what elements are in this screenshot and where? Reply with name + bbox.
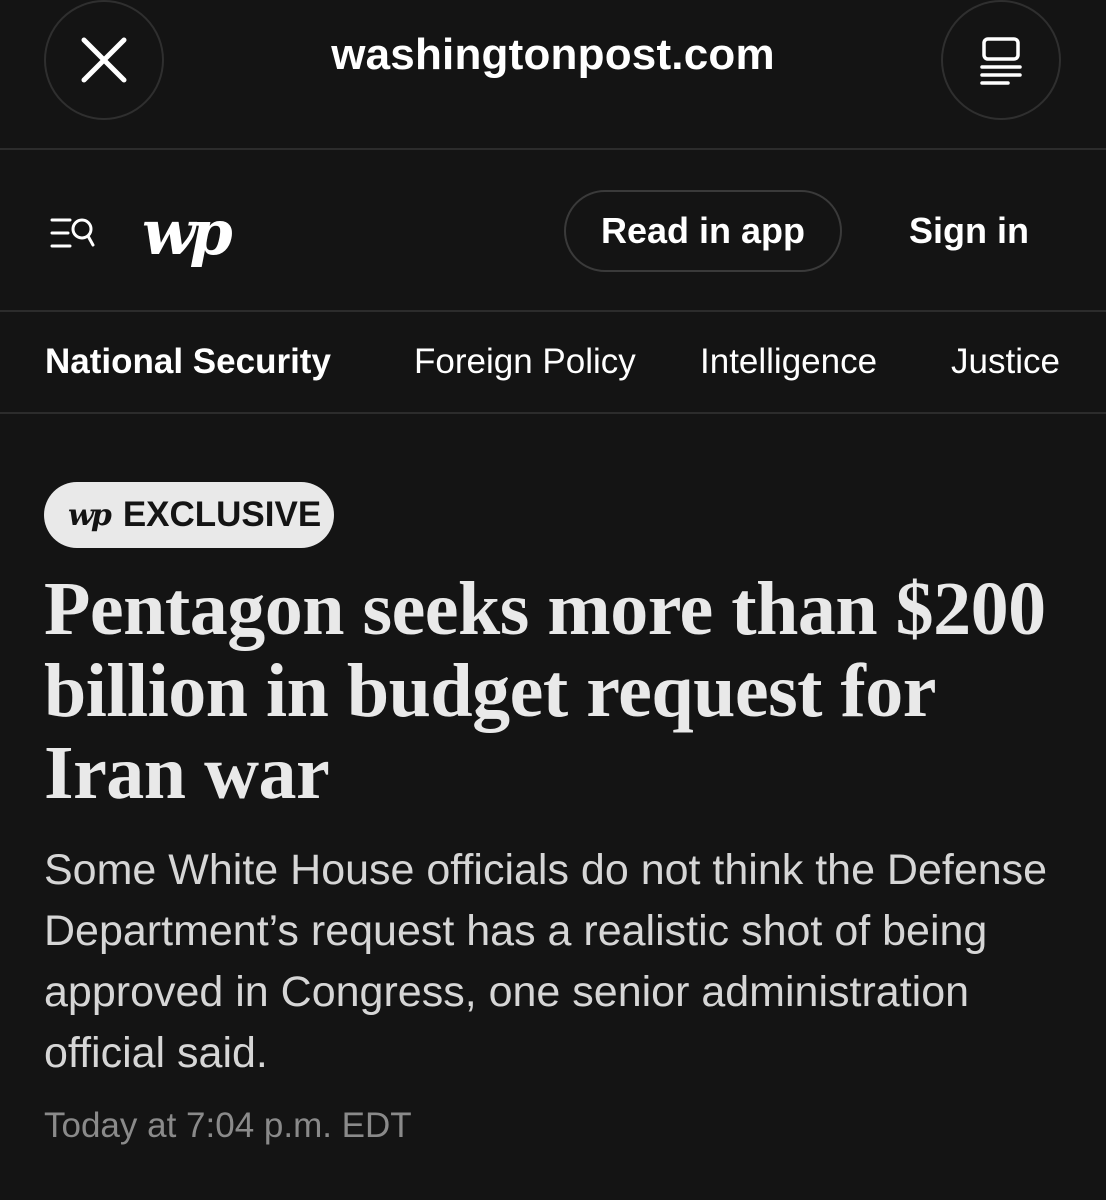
sign-in-button[interactable]: Sign in	[880, 190, 1058, 272]
badge-wp-logo: wp	[68, 497, 112, 533]
nav-item-national-security[interactable]: National Security	[45, 342, 331, 382]
site-header: wp Read in app Sign in	[0, 152, 1106, 312]
browser-toolbar: washingtonpost.com	[0, 0, 1106, 150]
reader-mode-icon	[980, 37, 1022, 85]
nav-item-intelligence[interactable]: Intelligence	[700, 342, 877, 382]
badge-label: EXCLUSIVE	[122, 495, 322, 534]
wp-logo[interactable]: wp	[142, 196, 233, 269]
article-dek: Some White House officials do not think …	[44, 846, 1048, 1077]
exclusive-badge: wp EXCLUSIVE	[44, 482, 334, 548]
reader-mode-button[interactable]	[941, 0, 1061, 120]
nav-item-foreign-policy[interactable]: Foreign Policy	[414, 342, 636, 382]
url-text[interactable]: washingtonpost.com	[250, 30, 856, 80]
read-in-app-button[interactable]: Read in app	[564, 190, 842, 272]
menu-search-icon[interactable]	[50, 216, 96, 250]
article-timestamp: Today at 7:04 p.m. EDT	[44, 1106, 412, 1145]
nav-item-justice[interactable]: Justice	[951, 342, 1060, 382]
article-headline[interactable]: Pentagon seeks more than $200 billion in…	[44, 568, 1064, 814]
close-icon	[81, 37, 127, 83]
close-button[interactable]	[44, 0, 164, 120]
section-nav: National Security Foreign Policy Intelli…	[0, 314, 1106, 414]
